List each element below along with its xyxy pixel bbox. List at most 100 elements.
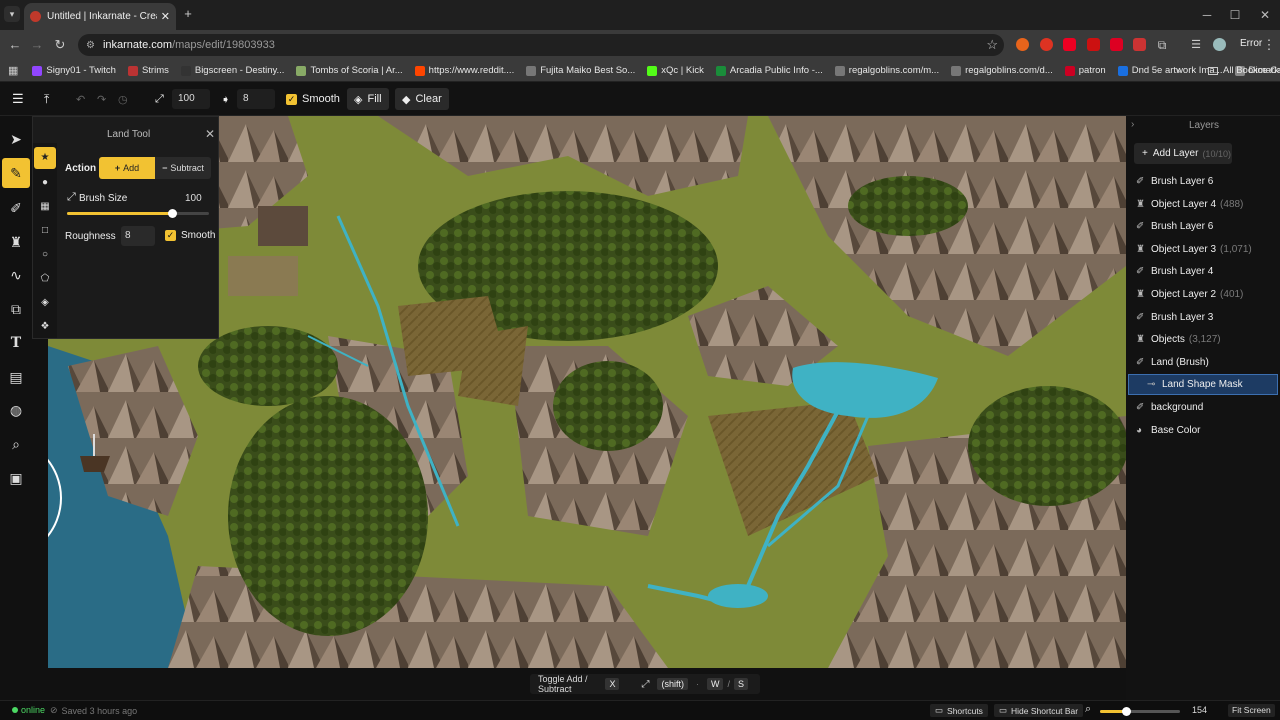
hamburger-menu-icon[interactable]: ☰ [12,88,24,110]
fit-screen-button[interactable]: Fit Screen [1228,704,1275,717]
bookmark-item[interactable]: regalgoblins.com/m... [834,65,939,76]
zoom-icon[interactable]: ⌕ [5,433,27,455]
fill-button[interactable]: ◈ Fill [347,88,389,110]
path-tool-icon[interactable]: ∿ [5,264,27,286]
bookmark-item[interactable]: https://www.reddit.... [414,65,514,76]
smooth-checkbox[interactable]: ✓ Smooth [165,230,215,241]
hide-shortcut-bar-button[interactable]: ▭ Hide Shortcut Bar [994,704,1084,717]
save-icon[interactable]: ▣ [5,467,27,489]
tab-close-icon[interactable]: ✕ [161,10,170,23]
texture-icon[interactable]: ❖ [36,318,54,336]
bookmark-item[interactable]: Arcadia Public Info -... [715,65,823,76]
layer-item[interactable]: ◕ Base Color [1128,420,1278,441]
layer-item[interactable]: ✐ Brush Layer 3 [1128,307,1278,328]
browser-tab[interactable]: Untitled | Inkarnate - Create Fa ✕ [24,3,176,30]
all-bookmarks[interactable]: All Bookmarks [1208,65,1280,76]
layer-item[interactable]: ♜ Object Layer 2 (401) [1128,284,1278,305]
brush-size-input[interactable]: 100 [172,89,210,109]
tab-search-button[interactable]: ▾ [4,6,20,22]
reading-list-icon[interactable]: ☰ [1187,36,1205,54]
undo-icon[interactable]: ↶ [76,88,85,110]
polygon-shape-icon[interactable]: ⬠ [36,270,54,288]
zoom-slider[interactable] [1100,707,1180,716]
profile-error-label[interactable]: Error [1240,38,1262,49]
notes-tool-icon[interactable]: ▤ [5,366,27,388]
roughness-input[interactable]: 8 [237,89,275,109]
rectangle-shape-icon[interactable]: □ [36,222,54,240]
adblock-extension-icon[interactable] [1063,38,1076,51]
back-icon[interactable]: ← [6,36,24,54]
bookmark-favicon-icon [715,65,726,76]
layer-item[interactable]: ♜ Object Layer 3 (1,071) [1128,239,1278,260]
forward-icon[interactable]: → [28,36,46,54]
brush-shape-circle-icon[interactable]: ● [36,174,54,192]
bookmark-item[interactable]: Bigscreen - Destiny... [180,65,284,76]
bookmark-item[interactable]: xQc | Kick [647,65,704,76]
history-icon[interactable]: ◷ [118,88,128,110]
bookmark-item[interactable]: Tombs of Scoria | Ar... [296,65,403,76]
reload-icon[interactable]: ↻ [51,36,69,54]
bookmark-item[interactable]: patron [1064,65,1106,76]
brush-size-slider[interactable] [67,209,209,218]
object-tool-icon[interactable]: ♜ [5,231,27,253]
clear-button[interactable]: ◆ Clear [395,88,449,110]
extension-icon[interactable] [1110,38,1123,51]
collapse-panel-icon[interactable]: › [1131,119,1134,130]
extension-icon[interactable] [1087,38,1100,51]
bookmark-item[interactable]: Signy01 - Twitch [32,65,116,76]
zoom-icon: ⌕ [1085,703,1092,715]
land-tool-icon[interactable]: ✎ [2,158,30,188]
smooth-toggle[interactable]: ✓ Smooth [286,88,340,110]
url-path: /maps/edit/19803933 [172,39,275,51]
extension-icon[interactable] [1040,38,1053,51]
globe-icon[interactable]: ◍ [5,399,27,421]
bookmark-item[interactable]: regalgoblins.com/d... [951,65,1053,76]
window-close-icon[interactable]: ✕ [1250,4,1280,26]
extension-icon[interactable] [1016,38,1029,51]
shortcut-hint-label: Toggle Add / Subtract [538,674,588,694]
subtract-button[interactable]: − Subtract [155,157,211,179]
bookmark-item[interactable]: Fujita Maiko Best So... [526,65,635,76]
bookmark-star-icon[interactable]: ☆ [986,37,998,53]
layer-item[interactable]: ✐ Brush Layer 6 [1128,216,1278,237]
minimize-icon[interactable]: ─ [1192,4,1222,26]
text-tool-icon[interactable]: T [5,332,27,354]
layer-item[interactable]: ♜ Object Layer 4 (488) [1128,194,1278,215]
add-button[interactable]: + Add [99,157,155,179]
fill-bucket-icon[interactable]: ◈ [36,294,54,312]
ellipse-shape-icon[interactable]: ○ [36,246,54,264]
bookmarks-overflow-icon[interactable]: » [1176,65,1181,76]
brush-size-value[interactable]: 100 [185,193,202,204]
add-layer-button[interactable]: + Add Layer (10/10) [1134,143,1232,164]
address-bar[interactable]: ⚙ inkarnate.com/maps/edit/19803933 ☆ [78,34,1004,56]
brush-shape-grid-icon[interactable]: ▦ [36,198,54,216]
panel-close-icon[interactable]: ✕ [205,127,215,141]
brush-tool-icon[interactable]: ✐ [5,197,27,219]
extensions-puzzle-icon[interactable]: ⧉ [1153,36,1171,54]
extension-icon[interactable] [1133,38,1146,51]
bookmark-label: regalgoblins.com/d... [965,65,1053,76]
profile-avatar[interactable] [1213,38,1226,51]
layer-label: Object Layer 4 [1151,198,1217,210]
layer-item[interactable]: ✐ Land (Brush) [1128,352,1278,373]
new-tab-button[interactable]: + [180,6,196,22]
layer-item[interactable]: ✐ Brush Layer 6 [1128,171,1278,192]
layer-item[interactable]: ♜ Objects (3,127) [1128,329,1278,350]
brush-shape-star-icon[interactable]: ★ [34,147,56,169]
brush-size-slider-handle[interactable] [168,209,178,218]
browser-menu-icon[interactable]: ⋮ [1260,36,1278,54]
bookmark-item[interactable]: Dnd 5e artwork Ima... [1117,65,1223,76]
site-info-icon[interactable]: ⚙ [86,40,95,51]
export-icon[interactable]: ⤒ [44,88,49,110]
apps-grid-icon[interactable]: ▦ [8,64,18,77]
roughness-input[interactable]: 8 [121,226,155,246]
layer-item[interactable]: ⊸ Land Shape Mask [1128,374,1278,396]
shortcuts-button[interactable]: ▭ Shortcuts [930,704,988,717]
layer-item[interactable]: ✐ Brush Layer 4 [1128,261,1278,282]
redo-icon[interactable]: ↷ [97,88,106,110]
maximize-icon[interactable]: ☐ [1220,4,1250,26]
layer-item[interactable]: ✐ background [1128,397,1278,418]
bookmark-item[interactable]: Strims [127,65,169,76]
select-arrow-icon[interactable]: ➤ [5,128,27,150]
shapes-tool-icon[interactable]: ⧉ [5,298,27,320]
